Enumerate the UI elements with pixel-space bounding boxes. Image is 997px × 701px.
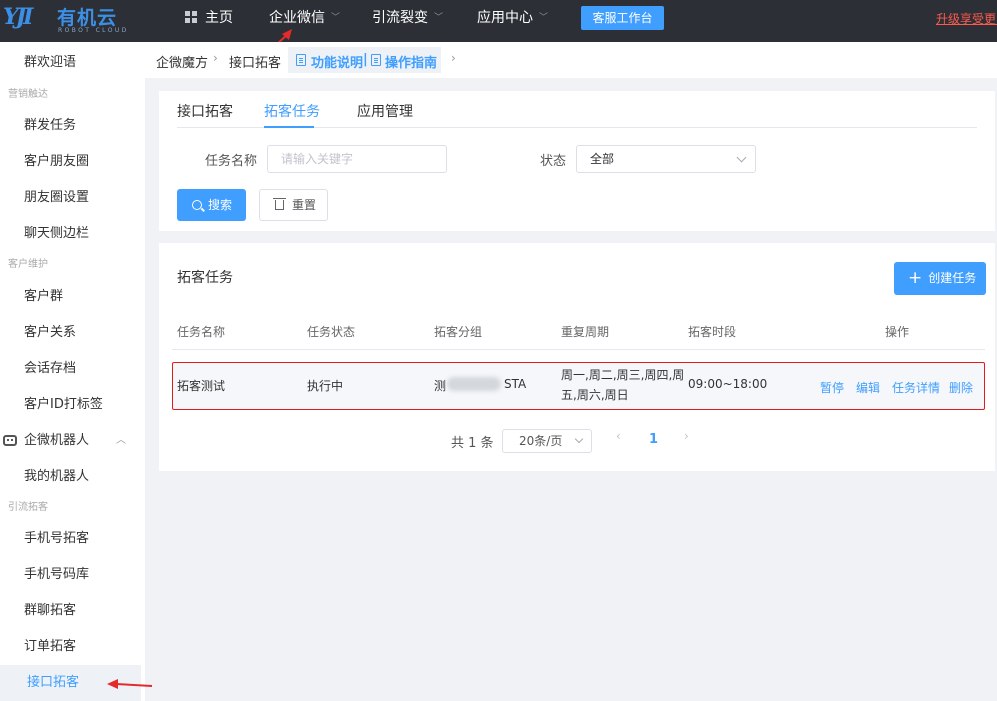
current-page-number[interactable]: 1 [649,432,658,447]
table-header-divider [172,349,985,350]
reset-button-label: 重置 [292,198,317,212]
sidebar-group-customer-care: 客户维护 [8,259,48,270]
nav-app-center[interactable]: 应用中心 ﹀ [477,0,548,42]
sidebar-item-phone-leads[interactable]: 手机号拓客 [0,521,141,557]
logo-subtitle: ROBOT CLOUD [58,27,129,34]
column-header-lead-group: 拓客分组 [434,325,483,339]
chevron-up-icon: ︿ [116,435,126,446]
row-lead-time: 09:00~18:00 [688,377,768,391]
sidebar-group-marketing: 营销触达 [8,89,48,100]
chevron-right-icon: › [213,51,218,65]
top-navigation-bar: YJI 有机云 ROBOT CLOUD 主页 企业微信 ﹀ 引流裂变 ﹀ 应用中心 ﹀… [0,0,997,42]
create-task-button-label: 创建任务 [928,271,977,285]
chevron-down-icon: ﹀ [539,13,549,23]
next-page-button[interactable]: › [684,429,689,443]
sidebar-section-wecom-robot-label: 企微机器人 [24,433,90,448]
sidebar-item-chat-archive[interactable]: 会话存档 [0,351,141,387]
active-tab-indicator [264,126,314,128]
row-lead-group-suffix: STA [504,377,527,391]
plus-icon: + [908,268,923,288]
pause-action-link[interactable]: 暂停 [820,379,844,396]
filter-card: 接口拓客 拓客任务 应用管理 任务名称 请输入关键字 状态 全部 搜索 重置 [159,91,995,231]
guide-separator: | [363,52,368,67]
row-task-status: 执行中 [307,379,344,393]
column-header-repeat-cycle: 重复周期 [561,325,610,339]
status-select[interactable]: 全部 [576,145,756,173]
grid-icon [185,11,197,23]
feature-description-link[interactable]: 功能说明 [311,52,363,71]
redacted-blur [447,377,501,391]
row-repeat-cycle-line1: 周一,周二,周三,周四,周 [561,368,685,382]
sidebar-item-group-welcome[interactable]: 群欢迎语 [0,45,141,81]
logo-mark: YJI [3,4,33,30]
search-icon [192,200,202,210]
trash-icon [273,198,286,210]
breadcrumb: 企微魔方 › 接口拓客 功能说明 | 操作指南 › [145,42,997,78]
sidebar-item-chat-sidebar[interactable]: 聊天侧边栏 [0,216,141,252]
sidebar-item-my-robots[interactable]: 我的机器人 [0,459,141,495]
sidebar-item-customer-relations[interactable]: 客户关系 [0,315,141,351]
tab-lead-tasks[interactable]: 拓客任务 [264,101,320,121]
upgrade-link[interactable]: 升级享受更多 [936,10,997,27]
page-size-value: 20条/页 [519,434,563,448]
tab-app-management[interactable]: 应用管理 [357,101,413,121]
sidebar-item-order-leads[interactable]: 订单拓客 [0,629,141,665]
document-icon [296,54,306,66]
sidebar-item-moments[interactable]: 客户朋友圈 [0,144,141,180]
search-button-label: 搜索 [208,198,233,212]
prev-page-button[interactable]: ‹ [616,429,621,443]
sidebar-item-phone-library[interactable]: 手机号码库 [0,557,141,593]
task-detail-action-link[interactable]: 任务详情 [892,379,940,396]
status-select-value: 全部 [590,152,615,166]
sidebar-item-mass-send[interactable]: 群发任务 [0,108,141,144]
row-lead-group-prefix: 测 [434,379,447,393]
logo-brand-name: 有机云 [57,7,118,29]
nav-traffic-fission[interactable]: 引流裂变 ﹀ [372,0,443,42]
column-header-lead-time: 拓客时段 [688,325,737,339]
search-button[interactable]: 搜索 [177,189,246,221]
edit-action-link[interactable]: 编辑 [856,379,880,396]
nav-home-label: 主页 [205,10,233,26]
sidebar-item-moments-settings[interactable]: 朋友圈设置 [0,180,141,216]
sidebar: 群欢迎语 营销触达 群发任务 客户朋友圈 朋友圈设置 聊天侧边栏 客户维护 客户… [0,42,145,701]
nav-home[interactable]: 主页 [185,0,233,42]
breadcrumb-item[interactable]: 企微魔方 [156,52,208,71]
task-name-label: 任务名称 [205,154,258,169]
delete-action-link[interactable]: 删除 [949,379,973,396]
nav-app-center-label: 应用中心 [477,10,533,26]
robot-icon [3,435,17,446]
sidebar-group-lead-gen: 引流拓客 [8,502,48,513]
sidebar-item-id-tagging[interactable]: 客户ID打标签 [0,387,141,423]
create-task-button[interactable]: + 创建任务 [894,262,986,295]
chevron-down-icon [574,434,584,444]
task-list-title: 拓客任务 [177,270,233,286]
chevron-down-icon [736,152,747,163]
service-workbench-button[interactable]: 客服工作台 [581,6,664,30]
annotation-arrow-icon [107,679,153,689]
chevron-down-icon: ﹀ [434,13,444,23]
column-header-actions: 操作 [885,325,910,339]
breadcrumb-current: 接口拓客 [229,56,282,71]
page-size-select[interactable]: 20条/页 [502,429,592,453]
status-label: 状态 [540,154,567,169]
column-header-task-name: 任务名称 [177,325,226,339]
logo[interactable]: YJI 有机云 ROBOT CLOUD [0,0,145,42]
row-repeat-cycle-line2: 五,周六,周日 [561,388,629,402]
operation-guide-link[interactable]: 操作指南 [385,52,437,71]
row-task-name: 拓客测试 [177,379,226,393]
chevron-down-icon: ﹀ [331,13,341,23]
chevron-right-icon: › [451,51,456,65]
column-header-task-status: 任务状态 [307,325,356,339]
tab-api-leads[interactable]: 接口拓客 [177,101,233,121]
sidebar-section-wecom-robot[interactable]: 企微机器人 ︿ [0,423,141,459]
task-name-input[interactable]: 请输入关键字 [267,145,447,173]
sidebar-item-customer-groups[interactable]: 客户群 [0,279,141,315]
sidebar-item-group-chat-leads[interactable]: 群聊拓客 [0,593,141,629]
reset-button[interactable]: 重置 [259,189,328,221]
document-icon [371,54,381,66]
task-list-card: 拓客任务 + 创建任务 任务名称 任务状态 拓客分组 重复周期 拓客时段 操作 拓… [159,243,995,471]
pagination-total: 共 1 条 [451,436,494,451]
nav-traffic-fission-label: 引流裂变 [372,10,428,26]
